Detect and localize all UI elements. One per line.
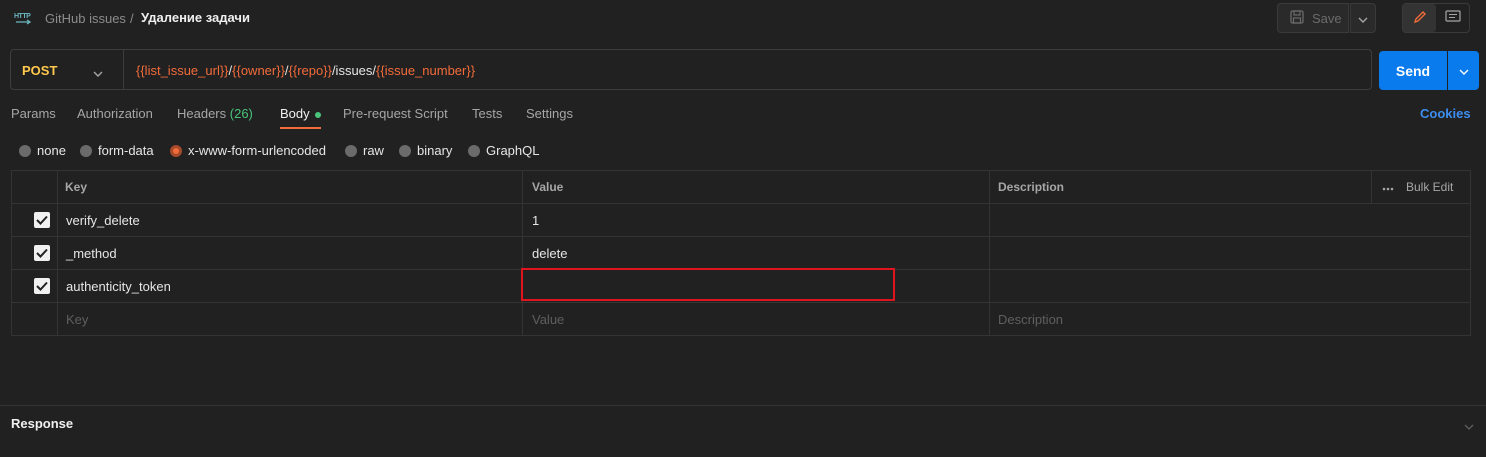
more-options-icon[interactable]: [1382, 180, 1394, 194]
radio-circle: [345, 144, 357, 157]
row-description[interactable]: [998, 204, 1468, 236]
tab-authorization[interactable]: Authorization: [77, 106, 153, 121]
row-checkbox[interactable]: [34, 270, 50, 302]
headers-count: (26): [229, 106, 253, 121]
radio-graphql[interactable]: GraphQL: [468, 143, 539, 158]
table-row: _method delete: [12, 237, 1470, 270]
radio-raw[interactable]: raw: [345, 143, 384, 158]
pencil-icon: [1413, 10, 1427, 27]
chevron-down-icon: [1358, 11, 1368, 26]
highlight-box: [521, 268, 895, 301]
radio-label: GraphQL: [486, 143, 540, 158]
request-url-bar: POST {{list_issue_url}}/{{owner}}/{{repo…: [10, 49, 1372, 90]
tab-tests[interactable]: Tests: [472, 106, 502, 121]
body-type-radios: none form-data x-www-form-urlencoded raw…: [0, 140, 600, 160]
send-options-button[interactable]: [1448, 51, 1479, 90]
radio-circle: [399, 144, 411, 157]
row-checkbox[interactable]: [34, 237, 50, 269]
row-key[interactable]: _method: [66, 237, 117, 269]
radio-label: form-data: [98, 143, 154, 158]
table-row: verify_delete 1: [12, 204, 1470, 237]
save-label: Save: [1312, 10, 1342, 26]
response-panel[interactable]: Response: [0, 405, 1486, 457]
radio-label: none: [37, 143, 66, 158]
url-input[interactable]: {{list_issue_url}}/{{owner}}/{{repo}}/is…: [136, 63, 475, 78]
save-icon: [1290, 9, 1304, 27]
checkmark-icon: [34, 278, 50, 294]
breadcrumb-separator: /: [130, 11, 134, 26]
radio-none[interactable]: none: [19, 143, 66, 158]
radio-circle: [468, 144, 480, 157]
url-segment: /issues/: [331, 63, 377, 78]
comment-icon: [1444, 9, 1461, 27]
edit-mode-button[interactable]: [1403, 4, 1436, 32]
radio-circle-selected: [170, 144, 182, 157]
url-variable: {{list_issue_url}}: [136, 63, 229, 78]
response-title: Response: [11, 416, 74, 431]
row-key[interactable]: verify_delete: [66, 204, 140, 236]
table-header-row: Key Value Description Bulk Edit: [12, 171, 1470, 204]
row-checkbox[interactable]: [34, 204, 50, 236]
url-variable: {{owner}}: [232, 63, 285, 78]
tab-body[interactable]: Body: [280, 106, 321, 121]
bulk-edit-area: Bulk Edit: [1382, 171, 1453, 203]
header-description: Description: [998, 180, 1065, 194]
documentation-button[interactable]: [1436, 4, 1469, 32]
radio-circle: [80, 144, 92, 157]
table-row-new: Key Value Description: [12, 303, 1470, 336]
radio-circle: [19, 144, 31, 157]
row-description[interactable]: [998, 270, 1468, 302]
chevron-down-icon: [1459, 63, 1469, 78]
row-key[interactable]: authenticity_token: [66, 270, 171, 302]
method-select[interactable]: POST: [22, 63, 57, 78]
view-mode-toggle: [1402, 3, 1470, 33]
checkmark-icon: [34, 212, 50, 228]
save-options-button[interactable]: [1350, 3, 1376, 33]
tab-settings[interactable]: Settings: [526, 106, 573, 121]
url-variable: {{repo}}: [288, 63, 332, 78]
tab-headers-label: Headers: [177, 106, 227, 121]
radio-label: x-www-form-urlencoded: [188, 143, 326, 158]
new-value-input[interactable]: Value: [532, 303, 564, 335]
chevron-down-icon[interactable]: [93, 65, 103, 80]
radio-form-data[interactable]: form-data: [80, 143, 154, 158]
tab-headers[interactable]: Headers (26): [177, 106, 253, 121]
radio-label: raw: [363, 143, 384, 158]
header-key: Key: [65, 180, 88, 194]
request-tabs: Params Authorization Headers (26) Body P…: [0, 100, 1486, 130]
row-value[interactable]: 1: [532, 204, 539, 236]
new-description-input[interactable]: Description: [998, 303, 1063, 335]
body-params-table: Key Value Description Bulk Edit verify_d…: [11, 170, 1471, 336]
new-key-input[interactable]: Key: [66, 303, 88, 335]
tab-params[interactable]: Params: [11, 106, 56, 121]
svg-text:HTTP: HTTP: [14, 13, 31, 20]
body-indicator-dot: [314, 111, 321, 118]
send-button[interactable]: Send: [1379, 51, 1447, 90]
http-request-icon: HTTP: [14, 10, 34, 26]
chevron-down-icon[interactable]: [1464, 418, 1474, 433]
cookies-link[interactable]: Cookies: [1420, 106, 1471, 121]
row-description[interactable]: [998, 237, 1468, 269]
breadcrumb-collection[interactable]: GitHub issues: [45, 11, 126, 26]
radio-binary[interactable]: binary: [399, 143, 452, 158]
radio-x-www-form-urlencoded[interactable]: x-www-form-urlencoded: [170, 143, 326, 158]
request-title[interactable]: Удаление задачи: [141, 10, 250, 25]
active-tab-underline: [280, 127, 321, 129]
top-bar: HTTP GitHub issues / Удаление задачи Sav…: [0, 0, 1486, 40]
divider: [123, 50, 124, 89]
tab-pre-request-script[interactable]: Pre-request Script: [343, 106, 448, 121]
header-value: Value: [532, 180, 564, 194]
checkmark-icon: [34, 245, 50, 261]
url-variable: {{issue_number}}: [376, 63, 476, 78]
radio-label: binary: [417, 143, 453, 158]
bulk-edit-button[interactable]: Bulk Edit: [1406, 180, 1453, 194]
tab-body-label: Body: [280, 106, 310, 121]
row-value[interactable]: delete: [532, 237, 567, 269]
save-button[interactable]: Save: [1277, 3, 1349, 33]
